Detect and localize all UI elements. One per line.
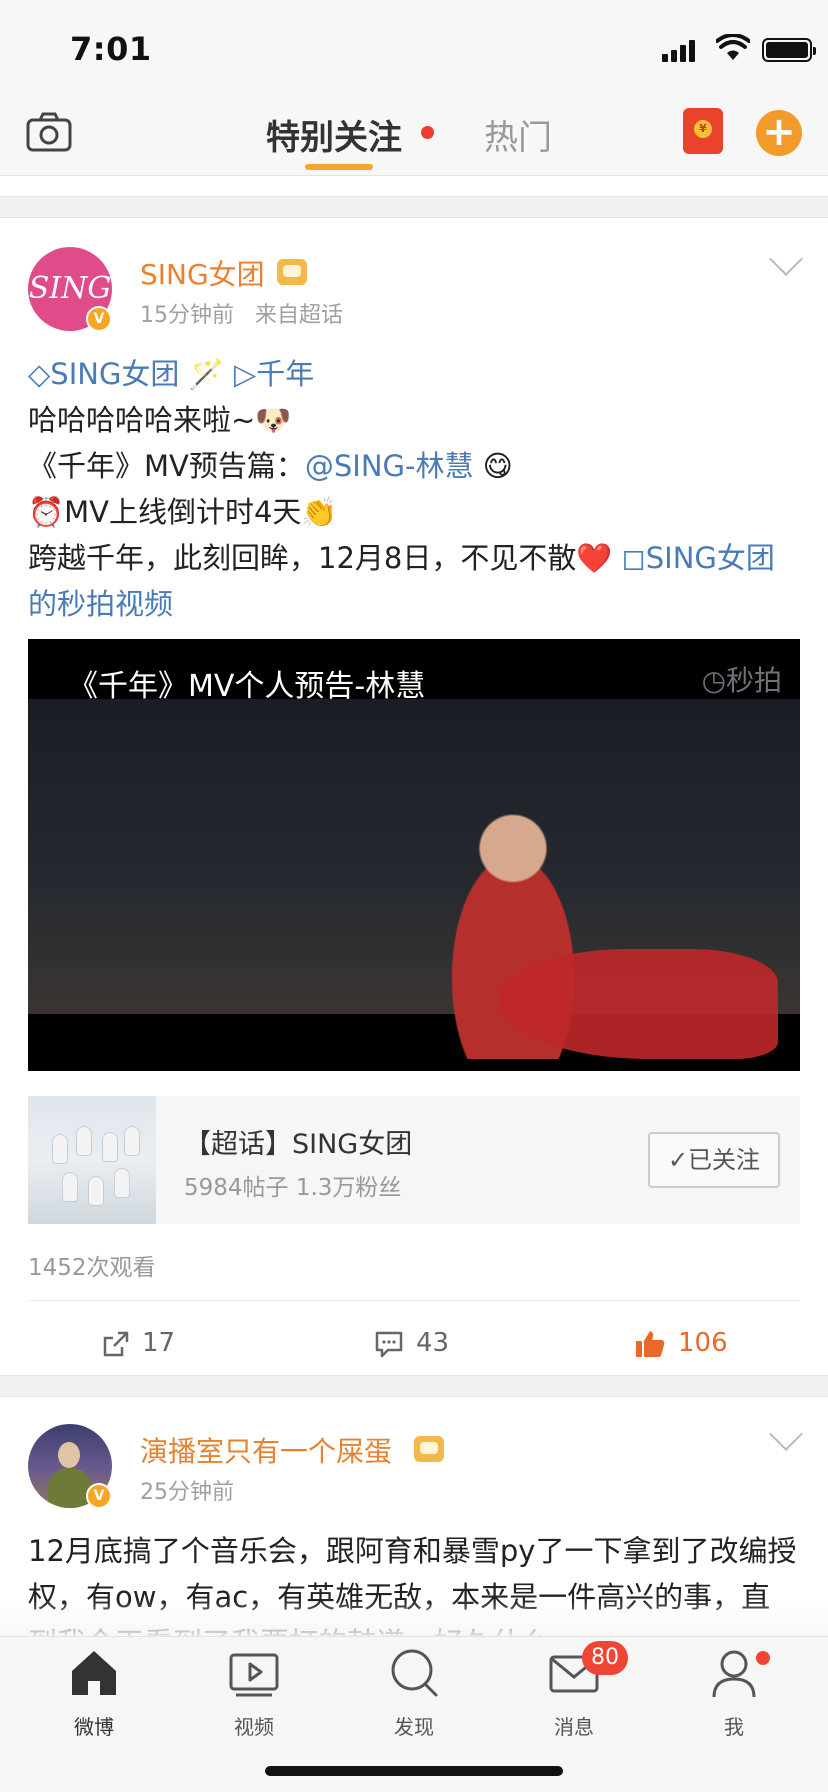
tab-label: 视频 [234, 1715, 274, 1739]
tab-home[interactable]: 微博 [44, 1647, 144, 1747]
member-crown-icon [277, 259, 307, 285]
chevron-down-icon[interactable] [769, 1417, 803, 1451]
home-indicator[interactable] [265, 1766, 563, 1776]
comment-count: 43 [416, 1328, 450, 1358]
active-tab-indicator [305, 164, 373, 170]
battery-icon [762, 38, 816, 62]
scroll-fade [0, 1600, 828, 1640]
chevron-down-icon[interactable] [769, 242, 803, 276]
search-icon [391, 1649, 438, 1697]
post-meta: 15分钟前 来自超话 [140, 297, 343, 329]
status-time: 7:01 [70, 30, 152, 68]
mention-link[interactable]: @SING-林慧 [305, 449, 474, 483]
red-packet-icon[interactable]: ¥ [683, 108, 723, 154]
post-username[interactable]: 演播室只有一个屎蛋 [140, 1430, 392, 1470]
post-line: ⏰MV上线倒计时4天👏 [28, 495, 338, 529]
post-source: 来自超话 [254, 303, 343, 328]
post-line: 哈哈哈哈哈来啦~🐶 [28, 403, 292, 437]
repost-button[interactable]: 17 [102, 1320, 175, 1366]
repost-icon [103, 1331, 129, 1356]
status-bar: 7:01 [0, 0, 828, 96]
topic-title: 【超话】SING女团 [184, 1129, 413, 1160]
add-button[interactable]: + [756, 110, 802, 156]
video-watermark: ◷秒拍 [701, 664, 782, 697]
section-gap [0, 196, 828, 218]
verified-badge-icon: V [86, 306, 112, 332]
post-time: 25分钟前 [140, 1480, 234, 1505]
tab-messages[interactable]: 80 消息 [524, 1641, 628, 1747]
topic-stats: 5984帖子 1.3万粉丝 [184, 1175, 402, 1201]
post-body: ◇SING女团 🪄 ▷千年 哈哈哈哈哈来啦~🐶 《千年》MV预告篇：@SING-… [28, 351, 798, 627]
video-player[interactable]: 《千年》MV个人预告-林慧 ◷秒拍 [28, 639, 800, 1071]
video-title: 《千年》MV个人预告-林慧 [68, 669, 426, 704]
tab-label: 我 [724, 1715, 744, 1739]
repost-count: 17 [142, 1328, 176, 1358]
followed-button[interactable]: ✓已关注 [648, 1132, 780, 1188]
tab-hot[interactable]: 热门 [484, 110, 552, 159]
topic-thumbnail [28, 1096, 156, 1224]
tab-profile[interactable]: 我 [684, 1647, 784, 1747]
post-card: SING V SING女团 15分钟前 来自超话 ◇SING女团 🪄 ▷千年 哈… [0, 219, 828, 1375]
tab-label: 消息 [554, 1715, 594, 1739]
tab-label: 微博 [74, 1715, 114, 1739]
top-nav: 特别关注 热门 ¥ + [0, 96, 828, 176]
member-crown-icon [414, 1436, 444, 1462]
post-time: 15分钟前 [140, 303, 234, 328]
video-icon [229, 1653, 279, 1697]
tab-discover[interactable]: 发现 [364, 1647, 464, 1747]
tab-video[interactable]: 视频 [204, 1647, 304, 1747]
post-line: 《千年》MV预告篇： [28, 449, 305, 483]
topic-card[interactable]: 【超话】SING女团 5984帖子 1.3万粉丝 ✓已关注 [28, 1096, 800, 1224]
divider [28, 1300, 800, 1301]
home-icon [72, 1651, 116, 1695]
notification-dot [756, 1651, 770, 1665]
emoji: 😋 [473, 449, 513, 483]
verified-badge-icon: V [86, 1483, 112, 1509]
video-frame [28, 699, 800, 1059]
like-button[interactable]: 106 [634, 1320, 728, 1366]
section-gap [0, 1375, 828, 1397]
status-icons [638, 32, 828, 72]
post-line: 跨越千年，此刻回眸，12月8日，不见不散❤️ [28, 541, 613, 575]
view-count: 1452次观看 [28, 1255, 156, 1281]
thumbs-up-icon [636, 1330, 665, 1357]
message-badge: 80 [582, 1641, 628, 1675]
comment-icon [375, 1331, 403, 1357]
camera-icon[interactable] [26, 112, 72, 152]
profile-icon [712, 1650, 756, 1698]
new-content-dot [421, 126, 434, 139]
comment-button[interactable]: 43 [374, 1320, 449, 1366]
wifi-icon [716, 34, 750, 60]
topic-link[interactable]: ◇SING女团 🪄 ▷千年 [28, 357, 314, 391]
like-count: 106 [678, 1328, 728, 1358]
post-username[interactable]: SING女团 [140, 253, 265, 293]
signal-icon [662, 38, 702, 62]
tab-special-follow[interactable]: 特别关注 [266, 110, 402, 159]
tab-label: 发现 [394, 1715, 434, 1739]
